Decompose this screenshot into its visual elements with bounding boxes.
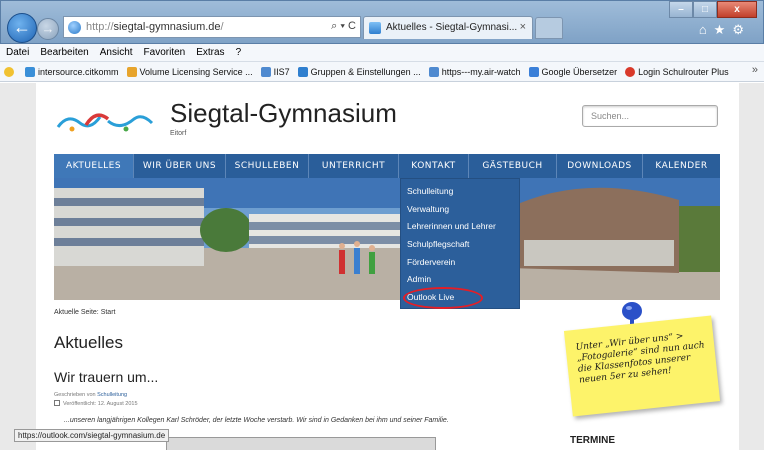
menu-bearbeiten[interactable]: Bearbeiten — [40, 44, 88, 61]
favorite-link[interactable]: IIS7 — [260, 66, 290, 77]
favorite-link[interactable]: Google Übersetzer — [528, 66, 617, 77]
calendar-icon — [54, 400, 60, 406]
nav-aktuelles[interactable]: AKTUELLES — [54, 154, 134, 178]
favorites-overflow-icon[interactable]: » — [752, 64, 758, 76]
favorite-icon — [25, 66, 35, 77]
tab-title: Aktuelles - Siegtal-Gymnasi... — [386, 22, 518, 33]
nav-gaestebuch[interactable]: GÄSTEBUCH — [469, 154, 557, 178]
favorite-icon — [260, 66, 271, 77]
back-arrow-icon[interactable]: ← — [7, 13, 37, 43]
page-viewport: Siegtal-Gymnasium Eitorf Suchen... AKTUE… — [0, 83, 764, 450]
sticky-note: Unter „Wir über uns“ > „Fotogalerie“ sin… — [563, 315, 721, 417]
forward-arrow-icon[interactable]: → — [37, 18, 59, 40]
address-bar[interactable]: http://siegtal-gymnasium.de/ ⌕ ▾ C — [63, 16, 361, 38]
favorite-icon — [428, 66, 439, 77]
page-title: Aktuelles — [54, 333, 123, 352]
menu-bar: Datei Bearbeiten Ansicht Favoriten Extra… — [0, 44, 764, 62]
search-input[interactable]: Suchen... — [582, 105, 718, 127]
school-panorama-image — [54, 178, 720, 300]
new-tab-button[interactable] — [535, 17, 563, 39]
favorite-link[interactable]: https---my.air-watch — [428, 66, 521, 77]
dropdown-item-foerderverein[interactable]: Förderverein — [401, 254, 519, 272]
favorite-icon — [528, 66, 539, 77]
favorite-icon — [297, 66, 308, 77]
dropdown-item-verwaltung[interactable]: Verwaltung — [401, 201, 519, 219]
dropdown-item-admin[interactable]: Admin — [401, 271, 519, 289]
sticky-note-text: Unter „Wir über uns“ > „Fotogalerie“ sin… — [575, 331, 706, 386]
nav-downloads[interactable]: DOWNLOADS — [557, 154, 643, 178]
address-url: http://siegtal-gymnasium.de/ — [86, 21, 224, 33]
minimize-button[interactable]: – — [669, 1, 693, 18]
menu-ansicht[interactable]: Ansicht — [100, 44, 133, 61]
article-image — [166, 437, 436, 450]
browser-titlebar: ← → http://siegtal-gymnasium.de/ ⌕ ▾ C A… — [0, 0, 764, 44]
address-search-refresh-icons[interactable]: ⌕ ▾ C — [331, 20, 356, 33]
favorite-link[interactable]: Gruppen & Einstellungen ... — [297, 66, 421, 77]
main-navigation: AKTUELLES WIR ÜBER UNS SCHULLEBEN UNTERR… — [54, 154, 720, 178]
dropdown-item-schulleitung[interactable]: Schulleitung — [401, 183, 519, 201]
ie-favicon-icon — [68, 21, 81, 34]
dropdown-item-schulpflegschaft[interactable]: Schulpflegschaft — [401, 236, 519, 254]
site-title[interactable]: Siegtal-Gymnasium — [170, 98, 397, 129]
menu-extras[interactable]: Extras — [196, 44, 224, 61]
author-link[interactable]: Schulleitung — [97, 392, 127, 398]
menu-datei[interactable]: Datei — [6, 44, 29, 61]
tab-close-icon[interactable]: × — [520, 21, 526, 33]
sidebar-heading-termine: TERMINE — [570, 435, 615, 446]
school-logo-icon[interactable] — [56, 109, 156, 135]
article-date: Veröffentlicht: 12. August 2015 — [54, 400, 138, 407]
search-placeholder: Suchen... — [591, 111, 630, 121]
breadcrumb: Aktuelle Seite: Start — [54, 309, 116, 316]
article-excerpt: ...unseren langjährigen Kollegen Karl Sc… — [64, 417, 449, 424]
tab-aktuelles[interactable]: Aktuelles - Siegtal-Gymnasi... × — [363, 16, 533, 39]
site-favicon-icon — [369, 22, 381, 34]
home-favorites-settings-icons[interactable]: ⌂★⚙ — [699, 22, 751, 38]
web-page: Siegtal-Gymnasium Eitorf Suchen... AKTUE… — [36, 83, 739, 450]
window-controls: – □ x — [669, 1, 757, 19]
favorites-bar: intersource.citkomm Volume Licensing Ser… — [0, 62, 764, 82]
nav-wir-ueber-uns[interactable]: WIR ÜBER UNS — [134, 154, 226, 178]
site-subtitle: Eitorf — [170, 130, 187, 137]
maximize-button[interactable]: □ — [693, 1, 717, 18]
status-bar-url: https://outlook.com/siegtal-gymnasium.de — [14, 429, 170, 442]
nav-schulleben[interactable]: SCHULLEBEN — [226, 154, 309, 178]
nav-unterricht[interactable]: UNTERRICHT — [309, 154, 399, 178]
favorite-icon — [126, 66, 137, 77]
favorite-link[interactable]: Volume Licensing Service ... — [126, 66, 253, 77]
favorites-star-icon[interactable] — [4, 66, 17, 77]
close-window-button[interactable]: x — [717, 1, 757, 18]
highlight-ring — [403, 287, 483, 309]
favorite-link[interactable]: Login Schulrouter Plus — [625, 66, 729, 77]
menu-favoriten[interactable]: Favoriten — [144, 44, 186, 61]
nav-kontakt[interactable]: KONTAKT — [399, 154, 469, 178]
favorite-link[interactable]: intersource.citkomm — [25, 66, 119, 77]
article-author: Geschrieben von Schulleitung — [54, 392, 128, 398]
menu-help[interactable]: ? — [236, 44, 242, 61]
dropdown-item-lehrerinnen[interactable]: Lehrerinnen und Lehrer — [401, 218, 519, 236]
nav-kalender[interactable]: KALENDER — [643, 154, 720, 178]
article-title[interactable]: Wir trauern um... — [54, 369, 158, 385]
kontakt-dropdown-menu: Schulleitung Verwaltung Lehrerinnen und … — [400, 178, 520, 309]
favorite-icon — [625, 66, 636, 77]
